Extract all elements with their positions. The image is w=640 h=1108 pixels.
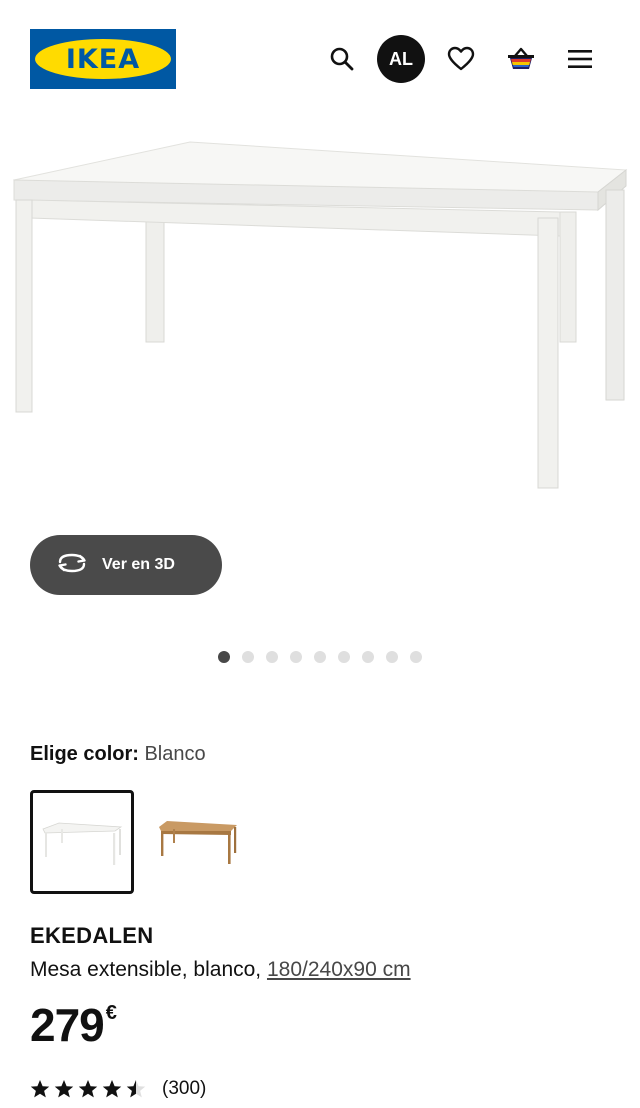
pagination-dot[interactable] <box>218 651 230 663</box>
rotate-3d-icon <box>56 552 88 579</box>
pagination-dot[interactable] <box>362 651 374 663</box>
pagination-dot[interactable] <box>386 651 398 663</box>
basket-icon[interactable] <box>497 35 545 83</box>
product-description: Mesa extensible, blanco, 180/240x90 cm <box>30 958 411 982</box>
product-name: EKEDALEN <box>30 923 154 948</box>
view-3d-label: Ver en 3D <box>102 556 175 573</box>
review-count: (300) <box>162 1078 207 1099</box>
product-price: 279 € <box>30 998 117 1052</box>
price-currency: € <box>105 1002 117 1024</box>
star-icon <box>54 1080 74 1098</box>
color-swatch-oak[interactable] <box>144 790 248 894</box>
color-value: Blanco <box>144 743 206 765</box>
avatar-initials: AL <box>389 48 413 69</box>
color-swatch-white[interactable] <box>30 790 134 894</box>
product-image[interactable] <box>0 120 640 540</box>
product-description-text: Mesa extensible, blanco, <box>30 958 262 981</box>
star-icon <box>126 1080 146 1098</box>
logo-text: IKEA <box>65 43 141 75</box>
product-rating[interactable]: (300) <box>30 1078 206 1100</box>
search-icon[interactable] <box>318 35 366 83</box>
pagination-dot[interactable] <box>410 651 422 663</box>
price-value: 279 <box>30 999 105 1051</box>
color-label: Elige color: <box>30 743 139 765</box>
pagination-dot[interactable] <box>266 651 278 663</box>
star-icon <box>102 1080 122 1098</box>
pagination-dot[interactable] <box>290 651 302 663</box>
avatar[interactable]: AL <box>377 35 425 83</box>
pagination-dot[interactable] <box>314 651 326 663</box>
pagination-dot[interactable] <box>242 651 254 663</box>
menu-icon[interactable] <box>556 35 604 83</box>
header: IKEA AL <box>0 0 640 118</box>
product-size-link[interactable]: 180/240x90 cm <box>267 958 411 981</box>
star-icon <box>78 1080 98 1098</box>
star-icon <box>30 1080 50 1098</box>
gallery-pagination <box>218 651 422 663</box>
logo-oval: IKEA <box>35 39 171 79</box>
heart-icon[interactable] <box>437 35 485 83</box>
rating-stars <box>30 1079 146 1099</box>
ikea-logo[interactable]: IKEA <box>30 29 176 89</box>
color-selector-label: Elige color: Blanco <box>30 743 206 766</box>
view-3d-button[interactable]: Ver en 3D <box>30 535 222 595</box>
pagination-dot[interactable] <box>338 651 350 663</box>
